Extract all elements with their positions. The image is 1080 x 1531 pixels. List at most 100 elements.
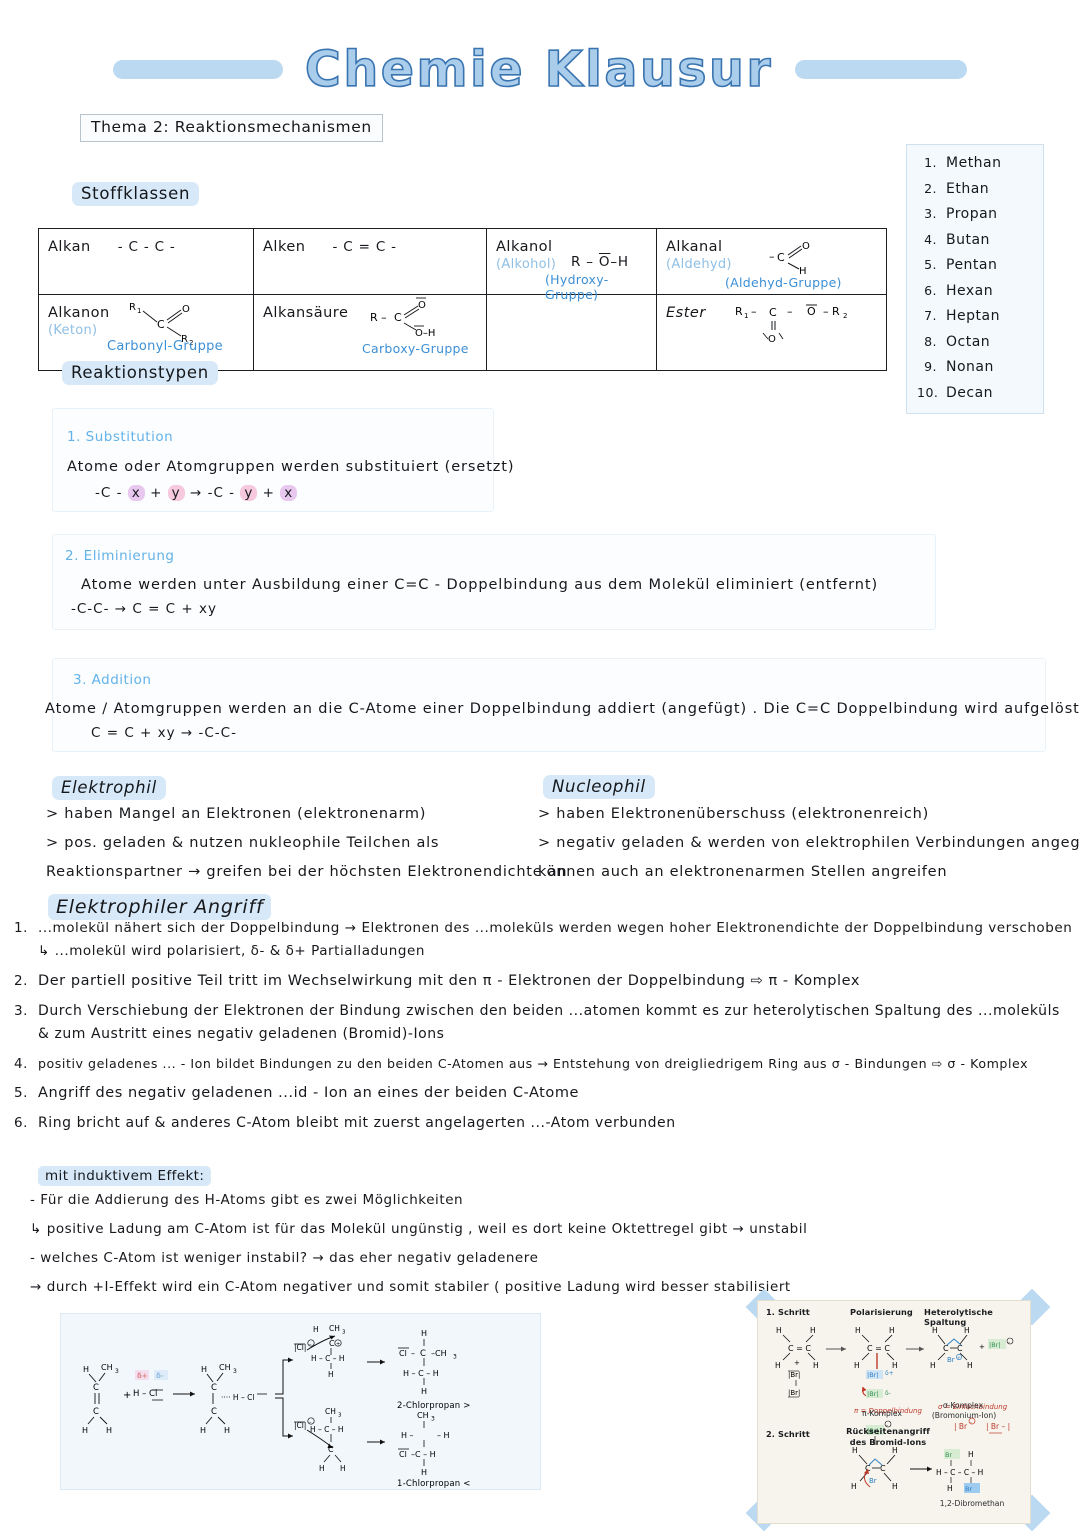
ester-structure-icon: R1 – C – O – R2 O [735, 304, 847, 345]
svg-text:–: – [411, 1349, 415, 1358]
eqn-fragment: -C - [95, 485, 123, 501]
cell-alkanon: Alkanon (Keton) R1 C O R2 Carbonyl-Grupp… [38, 294, 254, 371]
list-item-number: 2. [924, 180, 937, 196]
step-row: 5. Angriff des negativ geladenen ...id -… [14, 1085, 1070, 1108]
svg-text:R: R [735, 305, 743, 318]
svg-text:|Br|: |Br| [867, 1390, 879, 1398]
step-line: Der partiell positive Teil tritt im Wech… [38, 973, 860, 989]
list-item: 10. Decan [917, 385, 1037, 401]
step-row: 1. ...molekül nähert sich der Doppelbind… [14, 920, 1072, 966]
step-line: & zum Austritt eines negativ geladenen (… [38, 1026, 445, 1042]
list-item-label: Ethan [946, 180, 990, 197]
class-name: Alkan [48, 239, 91, 255]
svg-text:C: C [957, 1344, 963, 1353]
svg-text:H – C – H: H – C – H [310, 1425, 344, 1434]
step-body: positiv geladenes ... - Ion bildet Bindu… [38, 1056, 1070, 1078]
svg-text:C = C: C = C [867, 1344, 890, 1353]
list-item-label: Decan [946, 384, 994, 401]
panel-substitution: 1. Substitution Atome oder Atomgruppen w… [52, 408, 514, 512]
list-item-label: Nonan [946, 359, 994, 375]
class-name: Alkanal [666, 239, 723, 255]
step2-label: 2. Schritt [766, 1429, 810, 1439]
list-item: 2. Ethan [917, 181, 1037, 197]
reaction-type-label: 2. Eliminierung [65, 548, 175, 564]
svg-text:|Br|: |Br| [989, 1341, 1001, 1349]
eqn-plus: + [150, 485, 163, 501]
reaction-type-description: Atome werden unter Ausbildung einer C=C … [81, 577, 879, 593]
svg-text:H: H [892, 1482, 898, 1491]
svg-text:C: C [329, 1339, 335, 1348]
svg-text:3: 3 [453, 1354, 457, 1361]
svg-text:H: H [947, 1484, 953, 1493]
definition-line: > haben Mangel an Elektronen (elektronen… [46, 806, 427, 822]
aldehyde-structure-icon: – C O H [769, 241, 810, 277]
svg-text:3: 3 [233, 1368, 237, 1375]
svg-text:+: + [123, 1390, 131, 1401]
svg-text:H – C – H: H – C – H [311, 1354, 345, 1363]
list-item: 8. Octan [917, 334, 1037, 350]
svg-text:Cl: Cl [399, 1450, 407, 1459]
svg-text:CH: CH [325, 1407, 336, 1416]
rueckseitenangriff-label: Rückseitenangriff [846, 1426, 930, 1436]
svg-text:–: – [751, 305, 757, 318]
svg-text:O: O [768, 334, 776, 345]
svg-text:O–H: O–H [415, 328, 435, 339]
list-item: 6. Hexan [917, 283, 1037, 299]
cell-alken: Alken - C = C - [253, 228, 487, 295]
svg-text:H: H [967, 1361, 973, 1370]
svg-text:···· H – Cl: ···· H – Cl [221, 1393, 254, 1402]
svg-text:H: H [421, 1329, 427, 1338]
list-item-number: 1. [924, 155, 937, 170]
svg-text:3: 3 [342, 1330, 346, 1336]
step-row: 4. positiv geladenes ... - Ion bildet Bi… [14, 1056, 1070, 1078]
svg-text:C: C [93, 1407, 99, 1417]
step-line: positiv geladenes ... - Ion bildet Bindu… [38, 1056, 1029, 1071]
svg-text:Br: Br [945, 1451, 952, 1459]
list-item: 7. Heptan [917, 308, 1037, 324]
cell-alkan: Alkan - C - C - [38, 228, 254, 295]
class-name: Alken [263, 239, 306, 255]
reaction-equation: -C-C- → C = C + xy [71, 601, 217, 617]
svg-text:–: – [769, 250, 775, 263]
svg-text:CH: CH [417, 1411, 429, 1420]
cell-alkanal: Alkanal (Aldehyd) – C O H (Aldehyd-Grupp… [656, 228, 887, 295]
definition-line: > haben Elektronenüberschuss (elektronen… [538, 806, 930, 822]
class-name: Alkanon [48, 305, 110, 321]
induktiv-line: → durch +I-Effekt wird ein C-Atom negati… [30, 1279, 791, 1295]
svg-text:+: + [957, 1355, 961, 1361]
step-number: 5. [14, 1085, 28, 1101]
list-item: 3. Propan [917, 206, 1037, 222]
definition-line: > pos. geladen & nutzen nukleophile Teil… [46, 835, 440, 851]
stoffklassen-table: Alkan - C - C - Alken - C = C - Alkanol … [38, 228, 887, 371]
angriff-steps-list: 1. ...molekül nähert sich der Doppelbind… [14, 920, 1072, 1145]
svg-text:H: H [313, 1325, 319, 1334]
svg-text:–: – [787, 305, 793, 318]
svg-text:H: H [421, 1468, 427, 1477]
list-item-number: 8. [924, 333, 937, 349]
reaction-equation: C = C + xy → -C-C- [91, 725, 237, 741]
step-number: 1. [14, 920, 28, 936]
topic-box: Thema 2: Reaktionsmechanismen [80, 114, 383, 142]
definition-line: können auch an elektronenarmen Stellen a… [538, 864, 948, 880]
svg-text:Br: Br [947, 1356, 955, 1364]
elektrophil-definition-list: > haben Mangel an Elektronen (elektronen… [46, 806, 567, 893]
pi-komplex-label: π-Komplex [862, 1409, 902, 1418]
svg-text:C: C [211, 1407, 217, 1417]
svg-text:H: H [813, 1361, 819, 1370]
svg-text:H –: H – [401, 1431, 414, 1440]
svg-text:H: H [851, 1482, 857, 1491]
class-name: Alkansäure [263, 305, 349, 321]
svg-text:O: O [182, 304, 190, 315]
list-item: 1. Methan [917, 155, 1037, 171]
list-item-number: 7. [924, 308, 937, 323]
product-label-dibromethan: 1,2-Dibromethan [939, 1499, 1005, 1508]
svg-text:H: H [340, 1464, 346, 1473]
svg-text:O: O [418, 300, 426, 311]
svg-text:O: O [807, 305, 816, 318]
reaction-type-label: 3. Addition [73, 672, 152, 688]
step-row: 6. Ring bricht auf & anderes C-Atom blei… [14, 1115, 1070, 1138]
svg-text:C: C [880, 1464, 886, 1473]
svg-text:| Br – |: | Br – | [986, 1422, 1010, 1431]
list-item-label: Butan [946, 231, 990, 248]
list-item-label: Pentan [946, 257, 998, 273]
